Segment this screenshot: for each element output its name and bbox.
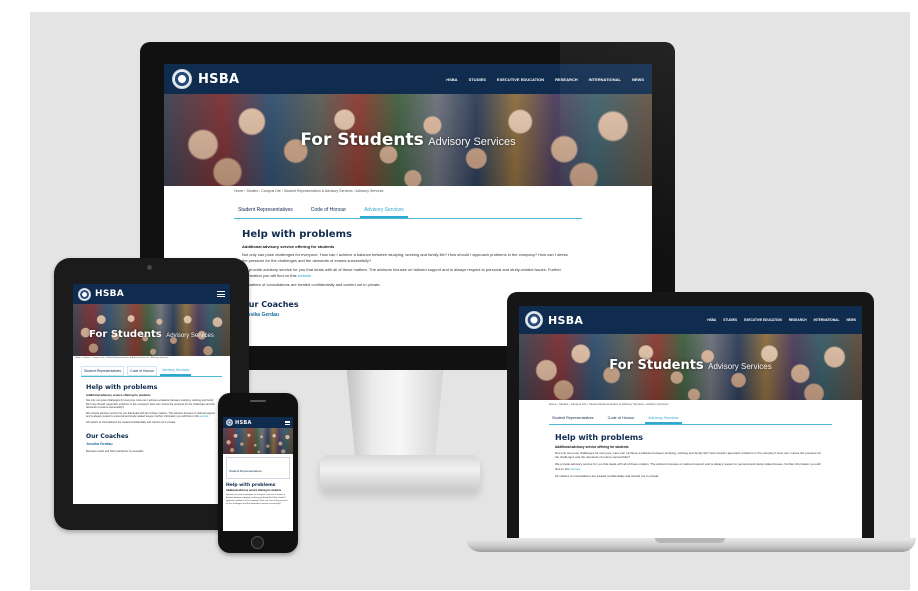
laptop-brand-name[interactable]: HSBA <box>548 314 583 327</box>
phone-logo-icon[interactable] <box>226 419 233 426</box>
nav-link-international[interactable]: INTERNATIONAL <box>589 77 621 82</box>
monitor-stand-base <box>320 455 480 491</box>
tablet-coach-title: Business coach and NLP practitioner & co… <box>86 449 144 453</box>
phone-heading: Help with problems <box>226 483 276 488</box>
laptop-service-text: We provide advisory service for you that… <box>555 462 821 471</box>
laptop-hero-title-bold: For Students <box>609 358 704 373</box>
tablet-hero-title-bold: For Students <box>89 329 162 340</box>
laptop-confidential-paragraph: All matters of consultations are treated… <box>555 473 660 478</box>
tablet-tab-student-representatives[interactable]: Student Representatives <box>81 366 125 376</box>
laptop-nav-link-studies[interactable]: STUDIES <box>723 318 737 322</box>
phone-tab-select[interactable]: Student Representatives <box>229 469 262 473</box>
laptop-hero-title-light: Advisory Services <box>708 362 772 371</box>
monitor-stand <box>346 370 444 460</box>
brand-name[interactable]: HSBA <box>198 72 239 87</box>
tablet-screen: HSBA For Students Advisory Services Home… <box>73 284 230 504</box>
phone-subheading: Additional advisory service offering for… <box>226 489 282 492</box>
breadcrumb[interactable]: Home › Studies › Campus Life › Student R… <box>234 189 582 193</box>
tablet-coach-name: Jessika Gerdau <box>86 441 113 446</box>
tablet-tab-code-of-honour[interactable]: Code of Honour <box>127 366 158 376</box>
laptop-nav-link-research[interactable]: RESEARCH <box>789 318 807 322</box>
page-heading: Help with problems <box>242 229 352 240</box>
tablet-camera <box>147 265 152 270</box>
phone-hero-image <box>223 428 293 454</box>
laptop-nav: HSBA HSBA STUDIES EXECUTIVE EDUCATION RE… <box>519 306 862 334</box>
desktop-nav-links: HSBA STUDIES EXECUTIVE EDUCATION RESEARC… <box>446 77 644 82</box>
tablet-nav: HSBA <box>73 284 230 304</box>
tablet-breadcrumb[interactable]: Home › Studies › Campus Life › Student R… <box>73 356 230 360</box>
hero-title: For Students Advisory Services <box>164 130 652 150</box>
laptop-service-paragraph: We provide advisory service for you that… <box>555 462 826 470</box>
laptop-tabs: Student Representatives Code of Honour A… <box>549 414 832 425</box>
phone-menu-icon[interactable] <box>285 420 290 425</box>
phone-intro-paragraph: Not only can pose challenges for everyon… <box>226 494 288 505</box>
desktop-hero-image: For Students Advisory Services <box>164 94 652 186</box>
tablet-confidential-paragraph: All matters of consultations are treated… <box>86 420 176 424</box>
hsba-logo-icon[interactable] <box>172 69 192 89</box>
tablet-menu-icon[interactable] <box>217 291 225 297</box>
tab-advisory-services[interactable]: Advisory Services <box>360 204 408 218</box>
phone-home-button[interactable] <box>251 536 264 549</box>
tablet-service-paragraph: We provide advisory service for you that… <box>86 412 217 419</box>
laptop-website-link[interactable]: website <box>570 467 580 471</box>
desktop-nav: HSBA HSBA STUDIES EXECUTIVE EDUCATION RE… <box>164 64 652 94</box>
laptop-tab-student-representatives[interactable]: Student Representatives <box>549 414 597 424</box>
laptop-subheading: Additional advisory service offering for… <box>555 445 629 449</box>
tablet-subheading: Additional advisory service offering for… <box>86 393 151 397</box>
page-subheading: Additional advisory service offering for… <box>242 244 335 249</box>
laptop-tab-code-of-honour[interactable]: Code of Honour <box>605 414 638 424</box>
tablet-coaches-heading: Our Coaches <box>86 432 129 440</box>
desktop-tabs: Student Representatives Code of Honour A… <box>234 204 582 219</box>
laptop-device: HSBA HSBA STUDIES EXECUTIVE EDUCATION RE… <box>507 292 874 538</box>
website-link[interactable]: website <box>298 273 312 278</box>
laptop-nav-link-news[interactable]: NEWS <box>846 318 856 322</box>
tablet-hero-image: For Students Advisory Services <box>73 304 230 356</box>
tab-code-of-honour[interactable]: Code of Honour <box>307 204 350 218</box>
tablet-service-text: We provide advisory service for you that… <box>86 411 216 419</box>
tablet-heading: Help with problems <box>86 383 158 391</box>
confidential-paragraph: All matters of consultations are treated… <box>242 282 381 287</box>
tab-student-representatives[interactable]: Student Representatives <box>234 204 297 218</box>
nav-link-news[interactable]: NEWS <box>632 77 644 82</box>
tablet-website-link[interactable]: website <box>200 415 209 418</box>
laptop-nav-link-hsba[interactable]: HSBA <box>707 318 716 322</box>
laptop-intro-paragraph: Not only can pose challenges for everyon… <box>555 451 822 460</box>
tablet-intro-paragraph: Not only can pose challenges for everyon… <box>86 399 215 410</box>
nav-link-executive-education[interactable]: EXECUTIVE EDUCATION <box>497 77 544 82</box>
laptop-nav-link-international[interactable]: INTERNATIONAL <box>814 318 840 322</box>
laptop-hero-image: For Students Advisory Services <box>519 334 862 400</box>
laptop-nav-link-executive-education[interactable]: EXECUTIVE EDUCATION <box>744 318 782 322</box>
tablet-tabs: Student Representatives Code of Honour A… <box>81 366 222 377</box>
phone-screen: HSBA Student Representatives Help with p… <box>223 417 293 531</box>
hero-title-bold: For Students <box>300 130 424 150</box>
laptop-heading: Help with problems <box>555 433 643 442</box>
laptop-notch <box>655 538 725 543</box>
laptop-screen: HSBA HSBA STUDIES EXECUTIVE EDUCATION RE… <box>519 306 862 538</box>
tablet-brand-name[interactable]: HSBA <box>95 289 124 299</box>
nav-link-hsba[interactable]: HSBA <box>446 77 457 82</box>
nav-link-studies[interactable]: STUDIES <box>469 77 486 82</box>
phone-brand-name[interactable]: HSBA <box>235 420 252 426</box>
tablet-hero-title: For Students Advisory Services <box>73 324 230 342</box>
tablet-logo-icon[interactable] <box>78 287 91 301</box>
laptop-hero-title: For Students Advisory Services <box>519 356 862 374</box>
service-paragraph: We provide advisory service for you that… <box>242 267 574 278</box>
laptop-tab-advisory-services[interactable]: Advisory Services <box>645 414 682 424</box>
service-text: We provide advisory service for you that… <box>242 267 561 278</box>
phone-speaker <box>250 400 266 402</box>
laptop-logo-icon[interactable] <box>525 311 543 329</box>
tablet-tab-advisory-services[interactable]: Advisory Services <box>160 366 192 376</box>
phone-nav: HSBA <box>223 417 293 428</box>
phone-device: HSBA Student Representatives Help with p… <box>218 393 298 553</box>
nav-link-research[interactable]: RESEARCH <box>555 77 577 82</box>
hero-title-light: Advisory Services <box>428 136 516 148</box>
tablet-hero-title-light: Advisory Services <box>166 333 214 339</box>
laptop-nav-links: HSBA STUDIES EXECUTIVE EDUCATION RESEARC… <box>707 318 856 322</box>
intro-paragraph: Not only can pose challenges for everyon… <box>242 252 568 263</box>
laptop-breadcrumb[interactable]: Home › Studies › Campus Life › Student R… <box>549 402 832 406</box>
